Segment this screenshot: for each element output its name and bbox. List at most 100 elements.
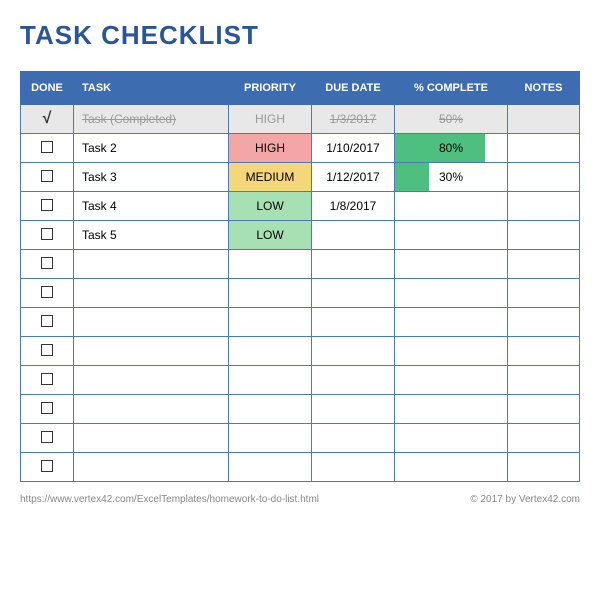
notes-cell[interactable] bbox=[508, 105, 580, 134]
notes-cell[interactable] bbox=[508, 366, 580, 395]
notes-cell[interactable] bbox=[508, 308, 580, 337]
priority-cell[interactable] bbox=[229, 337, 312, 366]
task-cell[interactable] bbox=[74, 395, 229, 424]
checkbox-icon[interactable] bbox=[41, 460, 53, 472]
duedate-cell[interactable] bbox=[312, 250, 395, 279]
header-task: TASK bbox=[74, 72, 229, 105]
checkbox-icon[interactable] bbox=[41, 315, 53, 327]
checkbox-icon[interactable] bbox=[41, 344, 53, 356]
checkbox-icon[interactable] bbox=[41, 402, 53, 414]
task-cell[interactable]: Task 2 bbox=[74, 134, 229, 163]
done-cell[interactable] bbox=[21, 105, 74, 134]
done-cell[interactable] bbox=[21, 337, 74, 366]
priority-cell[interactable] bbox=[229, 250, 312, 279]
checkbox-icon[interactable] bbox=[41, 170, 53, 182]
done-cell[interactable] bbox=[21, 279, 74, 308]
duedate-cell[interactable]: 1/12/2017 bbox=[312, 163, 395, 192]
done-cell[interactable] bbox=[21, 250, 74, 279]
notes-cell[interactable] bbox=[508, 337, 580, 366]
notes-cell[interactable] bbox=[508, 221, 580, 250]
checkmark-icon[interactable] bbox=[43, 112, 52, 126]
complete-cell[interactable] bbox=[395, 395, 508, 424]
duedate-cell[interactable]: 1/10/2017 bbox=[312, 134, 395, 163]
priority-cell[interactable]: LOW bbox=[229, 221, 312, 250]
complete-cell[interactable] bbox=[395, 250, 508, 279]
priority-cell[interactable] bbox=[229, 279, 312, 308]
notes-cell[interactable] bbox=[508, 134, 580, 163]
done-cell[interactable] bbox=[21, 163, 74, 192]
duedate-cell[interactable] bbox=[312, 366, 395, 395]
checkbox-icon[interactable] bbox=[41, 373, 53, 385]
duedate-cell[interactable] bbox=[312, 337, 395, 366]
table-row bbox=[21, 395, 580, 424]
priority-cell[interactable] bbox=[229, 366, 312, 395]
duedate-cell[interactable] bbox=[312, 424, 395, 453]
duedate-cell[interactable]: 1/3/2017 bbox=[312, 105, 395, 134]
table-row bbox=[21, 366, 580, 395]
task-cell[interactable] bbox=[74, 453, 229, 482]
header-complete: % COMPLETE bbox=[395, 72, 508, 105]
duedate-cell[interactable] bbox=[312, 308, 395, 337]
checkbox-icon[interactable] bbox=[41, 228, 53, 240]
notes-cell[interactable] bbox=[508, 453, 580, 482]
task-cell[interactable]: Task 5 bbox=[74, 221, 229, 250]
complete-cell[interactable] bbox=[395, 221, 508, 250]
notes-cell[interactable] bbox=[508, 279, 580, 308]
priority-cell[interactable]: MEDIUM bbox=[229, 163, 312, 192]
notes-cell[interactable] bbox=[508, 424, 580, 453]
priority-cell[interactable] bbox=[229, 308, 312, 337]
duedate-cell[interactable] bbox=[312, 279, 395, 308]
priority-cell[interactable]: HIGH bbox=[229, 105, 312, 134]
complete-cell[interactable] bbox=[395, 366, 508, 395]
done-cell[interactable] bbox=[21, 221, 74, 250]
complete-cell[interactable] bbox=[395, 337, 508, 366]
checkbox-icon[interactable] bbox=[41, 141, 53, 153]
task-cell[interactable] bbox=[74, 250, 229, 279]
done-cell[interactable] bbox=[21, 192, 74, 221]
done-cell[interactable] bbox=[21, 453, 74, 482]
notes-cell[interactable] bbox=[508, 163, 580, 192]
notes-cell[interactable] bbox=[508, 192, 580, 221]
done-cell[interactable] bbox=[21, 395, 74, 424]
priority-badge: LOW bbox=[229, 192, 311, 220]
priority-cell[interactable]: HIGH bbox=[229, 134, 312, 163]
checkbox-icon[interactable] bbox=[41, 199, 53, 211]
notes-cell[interactable] bbox=[508, 250, 580, 279]
task-cell[interactable] bbox=[74, 279, 229, 308]
checkbox-icon[interactable] bbox=[41, 286, 53, 298]
complete-cell[interactable] bbox=[395, 453, 508, 482]
duedate-cell[interactable] bbox=[312, 395, 395, 424]
duedate-cell[interactable] bbox=[312, 453, 395, 482]
complete-cell[interactable]: 50% bbox=[395, 105, 508, 134]
complete-cell[interactable] bbox=[395, 308, 508, 337]
done-cell[interactable] bbox=[21, 424, 74, 453]
table-row bbox=[21, 337, 580, 366]
checkbox-icon[interactable] bbox=[41, 257, 53, 269]
done-cell[interactable] bbox=[21, 366, 74, 395]
table-row bbox=[21, 424, 580, 453]
task-cell[interactable]: Task 4 bbox=[74, 192, 229, 221]
priority-cell[interactable]: LOW bbox=[229, 192, 312, 221]
complete-cell[interactable]: 30% bbox=[395, 163, 508, 192]
task-cell[interactable] bbox=[74, 424, 229, 453]
task-cell[interactable] bbox=[74, 366, 229, 395]
priority-cell[interactable] bbox=[229, 453, 312, 482]
footer-url: https://www.vertex42.com/ExcelTemplates/… bbox=[20, 494, 319, 505]
task-cell[interactable]: Task (Completed) bbox=[74, 105, 229, 134]
task-cell[interactable]: Task 3 bbox=[74, 163, 229, 192]
complete-cell[interactable]: 80% bbox=[395, 134, 508, 163]
done-cell[interactable] bbox=[21, 308, 74, 337]
done-cell[interactable] bbox=[21, 134, 74, 163]
page-title: TASK CHECKLIST bbox=[20, 20, 580, 51]
notes-cell[interactable] bbox=[508, 395, 580, 424]
duedate-cell[interactable]: 1/8/2017 bbox=[312, 192, 395, 221]
complete-cell[interactable] bbox=[395, 192, 508, 221]
task-cell[interactable] bbox=[74, 308, 229, 337]
checkbox-icon[interactable] bbox=[41, 431, 53, 443]
complete-cell[interactable] bbox=[395, 279, 508, 308]
duedate-cell[interactable] bbox=[312, 221, 395, 250]
complete-cell[interactable] bbox=[395, 424, 508, 453]
priority-cell[interactable] bbox=[229, 424, 312, 453]
priority-cell[interactable] bbox=[229, 395, 312, 424]
task-cell[interactable] bbox=[74, 337, 229, 366]
